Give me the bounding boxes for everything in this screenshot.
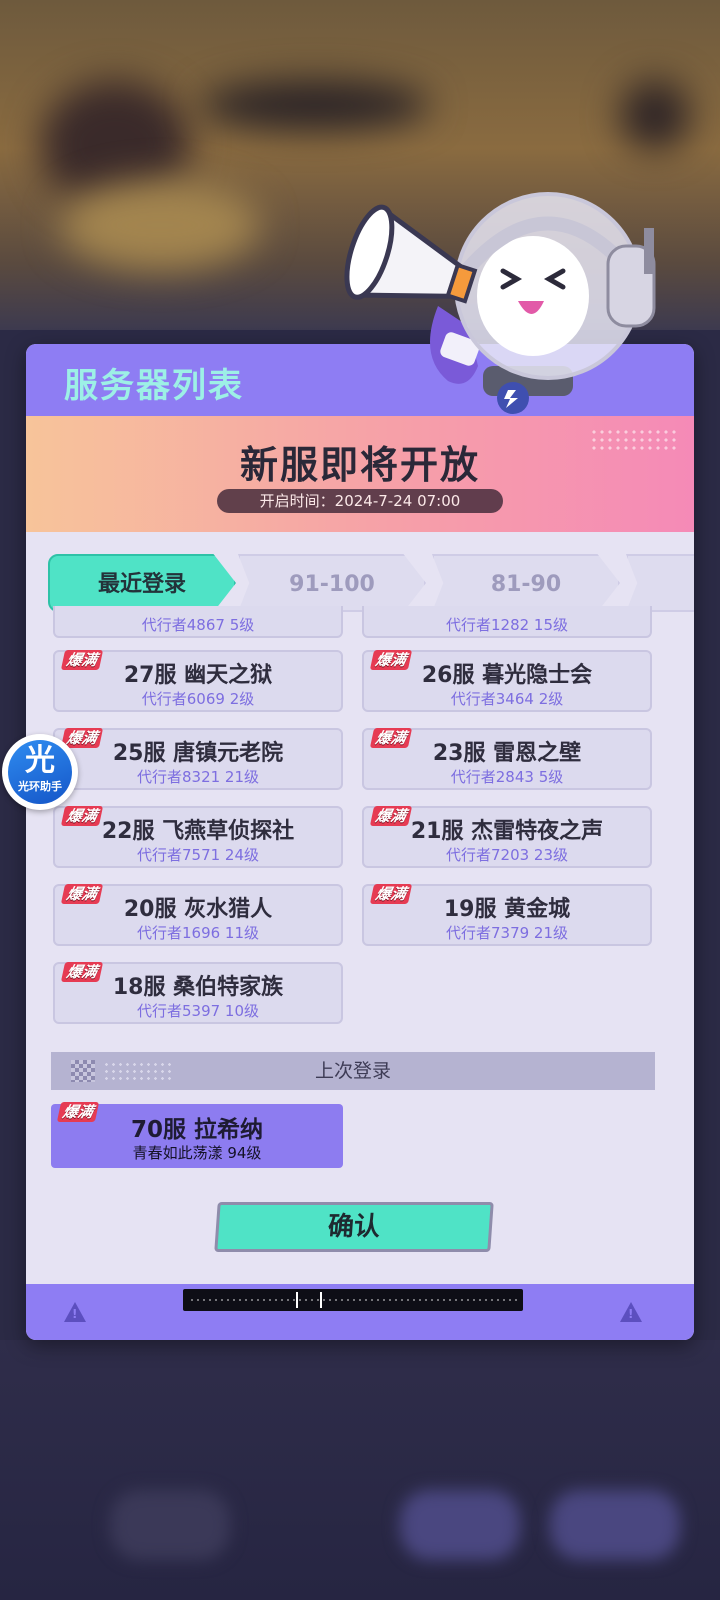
server-card[interactable]: 爆满 23服 雷恩之壁 代行者2843 5级 [362,728,652,790]
background-bottom [0,1340,720,1600]
server-card[interactable]: 爆满 27服 幽天之狱 代行者6069 2级 [53,650,343,712]
server-name: 25服 唐镇元老院 [112,741,284,766]
server-player-info: 代行者4867 5级 [141,616,255,634]
assistant-float-button[interactable]: 光 光环助手 [2,734,78,810]
server-card[interactable]: 爆满 26服 暮光隐士会 代行者3464 2级 [362,650,652,712]
assistant-logo-icon: 光 光环助手 [8,740,72,804]
server-player-info: 代行者1282 15级 [445,616,569,634]
server-player-info: 代行者1696 11级 [136,924,260,942]
server-player-info: 青春如此荡漾 94级 [132,1144,262,1162]
tab-recent-login[interactable]: 最近登录 [48,554,236,612]
server-card[interactable]: 代行者4867 5级 [53,606,343,638]
server-player-info: 代行者5397 10级 [136,1002,260,1020]
server-player-info: 代行者7571 24级 [136,846,260,864]
assistant-glyph: 光 [25,743,55,778]
tab-81-90[interactable]: 81-90 [432,554,620,612]
checker-decoration [71,1060,95,1082]
server-name: 20服 灰水猎人 [123,897,273,922]
last-login-server-card[interactable]: 爆满 70服 拉希纳 青春如此荡漾 94级 [51,1102,343,1168]
server-name: 18服 桑伯特家族 [112,975,284,1000]
server-grid: 代行者4867 5级 代行者1282 15级 爆满 27服 幽天之狱 代行者60… [26,606,694,1038]
warning-icon: ! [64,1302,86,1322]
dots-decoration [103,1061,175,1081]
new-server-banner: 新服即将开放 开启时间：2024-7-24 07:00 [26,416,694,532]
server-card[interactable]: 爆满 22服 飞燕草侦探社 代行者7571 24级 [53,806,343,868]
server-name: 21服 杰雷特夜之声 [410,819,604,844]
server-card[interactable]: 爆满 25服 唐镇元老院 代行者8321 21级 [53,728,343,790]
mascot-megaphone-icon [344,192,656,414]
server-range-tabs: 最近登录 91-100 81-90 [48,554,694,614]
tab-91-100[interactable]: 91-100 [238,554,426,612]
last-login-label: 上次登录 [314,1060,391,1082]
server-name: 19服 黄金城 [443,897,571,922]
server-card[interactable]: 爆满 21服 杰雷特夜之声 代行者7203 23级 [362,806,652,868]
server-player-info: 代行者7379 21级 [445,924,569,942]
dialog-title: 服务器列表 [64,366,244,406]
server-player-info: 代行者7203 23级 [445,846,569,864]
confirm-button[interactable]: 确认 [214,1202,494,1252]
banner-open-time: 开启时间：2024-7-24 07:00 [217,489,503,513]
assistant-label: 光环助手 [18,780,62,793]
last-login-header: 上次登录 [51,1052,655,1090]
server-card[interactable]: 爆满 20服 灰水猎人 代行者1696 11级 [53,884,343,946]
server-name: 26服 暮光隐士会 [421,663,593,688]
server-player-info: 代行者2843 5级 [450,768,564,786]
server-card[interactable]: 爆满 18服 桑伯特家族 代行者5397 10级 [53,962,343,1024]
server-name: 22服 飞燕草侦探社 [101,819,295,844]
dialog-footer: ! ! [26,1284,694,1340]
server-name: 70服 拉希纳 [130,1117,263,1143]
banner-title: 新服即将开放 [239,443,480,487]
server-card[interactable]: 代行者1282 15级 [362,606,652,638]
tab-next-partial[interactable] [626,554,694,612]
server-name: 23服 雷恩之壁 [432,741,582,766]
server-player-info: 代行者6069 2级 [141,690,255,708]
server-player-info: 代行者8321 21级 [136,768,260,786]
server-name: 27服 幽天之狱 [123,663,273,688]
warning-icon: ! [620,1302,642,1322]
server-player-info: 代行者3464 2级 [450,690,564,708]
server-card[interactable]: 爆满 19服 黄金城 代行者7379 21级 [362,884,652,946]
server-list-dialog: 服务器列表 新服即将开放 开启时间：2024-7-24 07:00 最近登录 9… [26,344,694,1340]
ruler-decoration [183,1289,523,1311]
